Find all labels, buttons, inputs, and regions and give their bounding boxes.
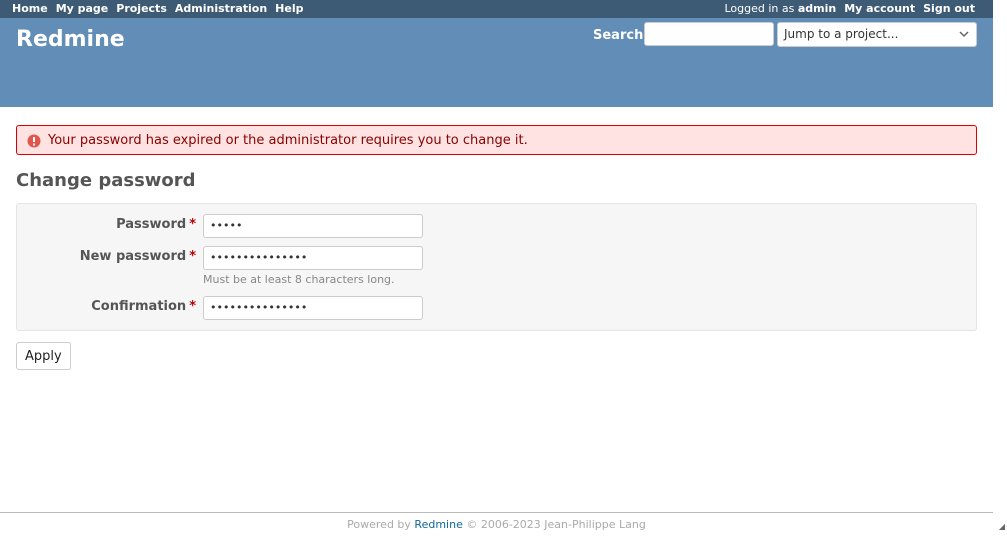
change-password-form: Password * ••••• New password * ••••••••••…	[16, 203, 977, 331]
footer-suffix: © 2006-2023 Jean-Philippe Lang	[466, 518, 646, 531]
top-menu: Home My page Projects Administration Hel…	[0, 0, 993, 18]
required-mark: *	[189, 249, 196, 264]
sign-out-link[interactable]: Sign out	[923, 2, 975, 15]
password-label-text: Password	[116, 217, 187, 232]
confirmation-input[interactable]: •••••••••••••••	[203, 296, 423, 320]
top-menu-projects[interactable]: Projects	[116, 2, 167, 15]
error-circle-icon	[27, 134, 41, 148]
search-input[interactable]	[644, 22, 774, 46]
error-flash: Your password has expired or the adminis…	[16, 125, 977, 155]
confirmation-label: Confirmation *	[91, 299, 196, 314]
new-password-label-text: New password	[79, 249, 187, 264]
resize-grip-icon: ◢	[998, 522, 1005, 531]
logged-in-user[interactable]: admin	[798, 2, 836, 15]
confirmation-label-text: Confirmation	[91, 299, 187, 314]
jump-to-project-text: Jump to a project...	[784, 27, 899, 41]
footer: Powered by Redmine © 2006-2023 Jean-Phil…	[0, 512, 993, 537]
header: Redmine Search: Jump to a project...	[0, 18, 993, 107]
new-password-label: New password *	[80, 249, 196, 264]
top-menu-home[interactable]: Home	[12, 2, 48, 15]
my-account-link[interactable]: My account	[844, 2, 915, 15]
top-menu-left: Home My page Projects Administration Hel…	[12, 2, 303, 15]
search-label: Search:	[593, 28, 649, 43]
password-label: Password *	[116, 217, 196, 232]
footer-prefix: Powered by	[347, 518, 411, 531]
logged-in-prefix: Logged in as	[724, 2, 795, 15]
password-input[interactable]: •••••	[203, 214, 423, 238]
logged-in-as: Logged in as admin	[724, 2, 836, 15]
apply-button[interactable]: Apply	[16, 342, 71, 370]
top-menu-right: Logged in as admin My account Sign out	[724, 2, 975, 15]
top-menu-administration[interactable]: Administration	[175, 2, 267, 15]
new-password-hint: Must be at least 8 characters long.	[203, 273, 395, 286]
chevron-down-icon	[959, 31, 969, 38]
error-message: Your password has expired or the adminis…	[48, 133, 528, 148]
top-menu-help[interactable]: Help	[275, 2, 303, 15]
footer-redmine-link[interactable]: Redmine	[414, 518, 462, 531]
required-mark: *	[189, 217, 196, 232]
top-menu-my-page[interactable]: My page	[56, 2, 109, 15]
page-title: Change password	[16, 170, 196, 191]
new-password-input[interactable]: •••••••••••••••	[203, 246, 423, 270]
required-mark: *	[189, 299, 196, 314]
jump-to-project-select[interactable]: Jump to a project...	[777, 22, 977, 47]
app-title: Redmine	[16, 27, 125, 52]
